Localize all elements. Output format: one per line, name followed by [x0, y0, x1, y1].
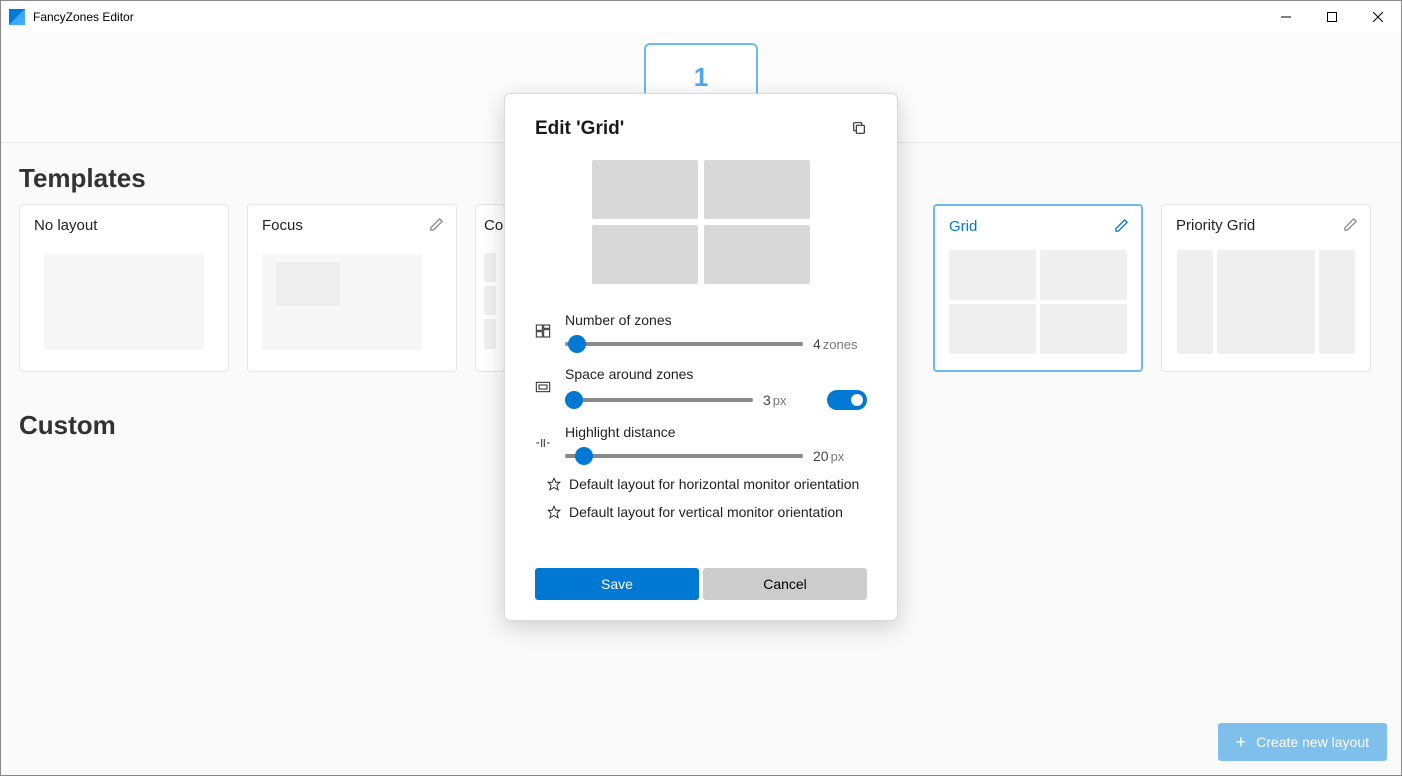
template-title: No layout [34, 217, 214, 234]
pencil-icon[interactable] [429, 217, 444, 235]
create-new-layout-label: Create new layout [1256, 734, 1369, 750]
create-new-layout-button[interactable]: + Create new layout [1218, 723, 1387, 761]
highlight-value: 20px [813, 448, 867, 464]
pencil-icon[interactable] [1114, 218, 1129, 236]
template-title: Focus [262, 217, 442, 234]
zones-control: Number of zones 4zones [535, 312, 867, 352]
default-vertical[interactable]: Default layout for vertical monitor orie… [535, 504, 867, 520]
content-area: 1 3000 x 2000 Templates No layout Focus [1, 33, 1401, 775]
template-title: Priority Grid [1176, 217, 1356, 234]
plus-icon: + [1236, 733, 1247, 751]
highlight-label: Highlight distance [565, 424, 867, 440]
window-title: FancyZones Editor [33, 10, 1263, 24]
close-button[interactable] [1355, 1, 1401, 33]
space-value: 3px [763, 392, 817, 408]
dialog-title: Edit 'Grid' [535, 118, 624, 140]
edit-layout-dialog: Edit 'Grid' Number of zones 4zones [504, 93, 898, 621]
template-no-layout[interactable]: No layout [19, 204, 229, 372]
spacing-icon [535, 379, 553, 398]
grid-icon [535, 323, 553, 342]
titlebar: FancyZones Editor [1, 1, 1401, 33]
space-slider[interactable] [565, 398, 753, 402]
template-columns[interactable]: Co [475, 204, 505, 372]
template-title: Co [484, 217, 496, 234]
monitor-number: 1 [694, 62, 708, 93]
minimize-button[interactable] [1263, 1, 1309, 33]
space-toggle[interactable] [827, 390, 867, 410]
cancel-button[interactable]: Cancel [703, 568, 867, 600]
template-grid[interactable]: Grid [933, 204, 1143, 372]
pencil-icon[interactable] [1343, 217, 1358, 235]
template-focus[interactable]: Focus [247, 204, 457, 372]
space-control: Space around zones 3px [535, 366, 867, 410]
space-label: Space around zones [565, 366, 867, 382]
zones-label: Number of zones [565, 312, 867, 328]
template-priority-grid[interactable]: Priority Grid [1161, 204, 1371, 372]
app-icon [9, 9, 25, 25]
template-title: Grid [949, 218, 1127, 235]
zones-value: 4zones [813, 336, 867, 352]
save-button[interactable]: Save [535, 568, 699, 600]
copy-icon[interactable] [851, 120, 867, 139]
dialog-preview [535, 160, 867, 284]
zones-slider[interactable] [565, 342, 803, 346]
star-icon [547, 505, 561, 519]
default-horizontal[interactable]: Default layout for horizontal monitor or… [535, 476, 867, 492]
maximize-button[interactable] [1309, 1, 1355, 33]
star-icon [547, 477, 561, 491]
highlight-control: Highlight distance 20px [535, 424, 867, 464]
highlight-icon [535, 435, 553, 454]
highlight-slider[interactable] [565, 454, 803, 458]
